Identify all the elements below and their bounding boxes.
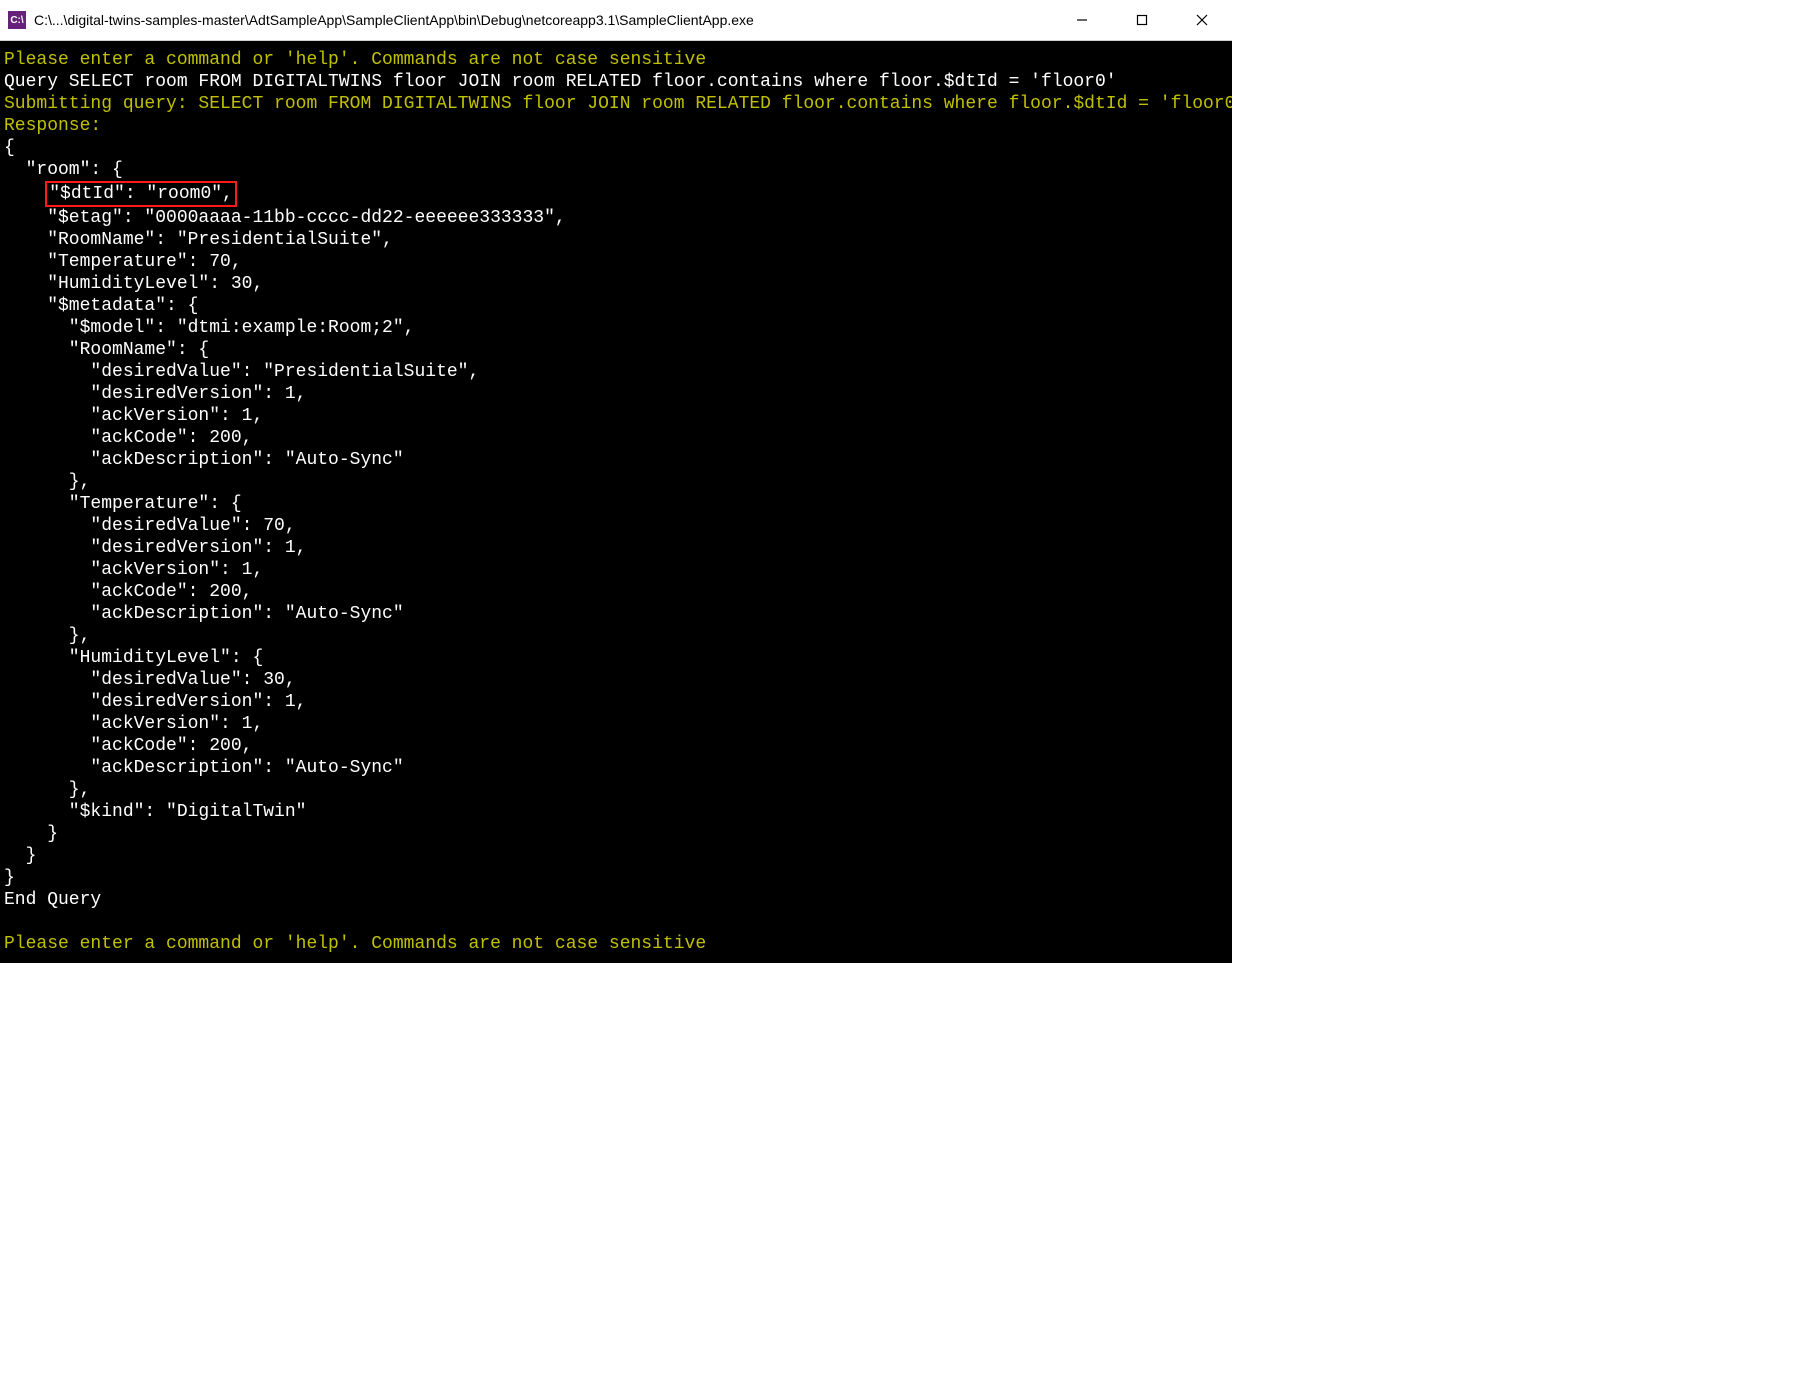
json-line: "desiredValue": 30, <box>4 670 296 690</box>
prompt-line: Please enter a command or 'help'. Comman… <box>4 50 706 70</box>
json-line: }, <box>4 626 90 646</box>
maximize-icon <box>1136 14 1148 26</box>
titlebar[interactable]: C:\ C:\...\digital-twins-samples-master\… <box>0 0 1232 41</box>
json-line: "ackCode": 200, <box>4 428 252 448</box>
json-line: "desiredValue": "PresidentialSuite", <box>4 362 479 382</box>
json-line: "Temperature": 70, <box>4 252 242 272</box>
json-line: "ackCode": 200, <box>4 582 252 602</box>
json-line: "HumidityLevel": { <box>4 648 263 668</box>
highlighted-dtid: "$dtId": "room0", <box>45 181 237 207</box>
close-button[interactable] <box>1172 0 1232 40</box>
json-line: "ackDescription": "Auto-Sync" <box>4 758 404 778</box>
app-window: C:\ C:\...\digital-twins-samples-master\… <box>0 0 1232 963</box>
prompt-line: Please enter a command or 'help'. Comman… <box>4 934 706 954</box>
json-line: "$model": "dtmi:example:Room;2", <box>4 318 414 338</box>
minimize-icon <box>1076 14 1088 26</box>
json-line: { <box>4 138 15 158</box>
window-title: C:\...\digital-twins-samples-master\AdtS… <box>34 12 1052 28</box>
json-line: "room": { <box>4 160 123 180</box>
json-line: } <box>4 868 15 888</box>
query-line: Query SELECT room FROM DIGITALTWINS floo… <box>4 72 1117 92</box>
json-line: "$metadata": { <box>4 296 198 316</box>
json-line: } <box>4 824 58 844</box>
json-line: "desiredVersion": 1, <box>4 384 306 404</box>
close-icon <box>1196 14 1208 26</box>
json-line: "RoomName": { <box>4 340 209 360</box>
console-output[interactable]: Please enter a command or 'help'. Comman… <box>0 41 1232 963</box>
json-line: } <box>4 846 36 866</box>
json-line: "ackDescription": "Auto-Sync" <box>4 450 404 470</box>
app-icon: C:\ <box>8 11 26 29</box>
end-query-line: End Query <box>4 890 101 910</box>
json-line: "desiredValue": 70, <box>4 516 296 536</box>
maximize-button[interactable] <box>1112 0 1172 40</box>
json-line: "$etag": "0000aaaa-11bb-cccc-dd22-eeeeee… <box>4 208 566 228</box>
json-line: "ackVersion": 1, <box>4 714 263 734</box>
json-line: "ackDescription": "Auto-Sync" <box>4 604 404 624</box>
window-buttons <box>1052 0 1232 40</box>
json-line: "desiredVersion": 1, <box>4 538 306 558</box>
json-line: "desiredVersion": 1, <box>4 692 306 712</box>
json-line <box>4 184 47 204</box>
json-line: "Temperature": { <box>4 494 242 514</box>
json-line: "ackVersion": 1, <box>4 406 263 426</box>
json-line: "$kind": "DigitalTwin" <box>4 802 306 822</box>
submitting-query-line: Submitting query: SELECT room FROM DIGIT… <box>4 94 1232 114</box>
minimize-button[interactable] <box>1052 0 1112 40</box>
json-line: "ackVersion": 1, <box>4 560 263 580</box>
json-line: "RoomName": "PresidentialSuite", <box>4 230 393 250</box>
json-line: "HumidityLevel": 30, <box>4 274 263 294</box>
json-line: "ackCode": 200, <box>4 736 252 756</box>
json-line: }, <box>4 472 90 492</box>
response-label: Response: <box>4 116 101 136</box>
json-line: }, <box>4 780 90 800</box>
